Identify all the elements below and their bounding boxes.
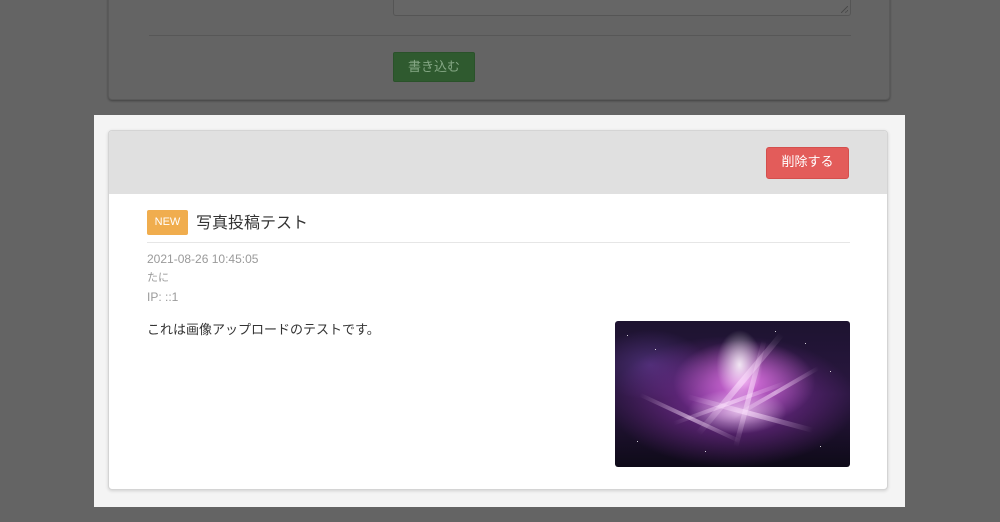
delete-button[interactable]: 削除する bbox=[766, 147, 849, 179]
page: 書き込む 削除する NEW 写真投稿テスト 2021-08-26 10:45:0… bbox=[0, 0, 1000, 522]
nebula-photo bbox=[615, 321, 850, 467]
post-form-card: 書き込む bbox=[108, 0, 890, 100]
post-body: これは画像アップロードのテストです。 bbox=[147, 323, 380, 338]
post-title: 写真投稿テスト bbox=[196, 213, 309, 232]
new-badge: NEW bbox=[147, 210, 188, 235]
message-textarea[interactable] bbox=[393, 0, 851, 16]
post-title-row: NEW 写真投稿テスト bbox=[147, 210, 850, 243]
post-datetime: 2021-08-26 10:45:05 bbox=[147, 252, 259, 266]
post-ip: IP: ::1 bbox=[147, 290, 179, 304]
post-header: 削除する bbox=[109, 131, 887, 194]
post-author: たに bbox=[147, 271, 169, 284]
post-card: 削除する NEW 写真投稿テスト 2021-08-26 10:45:05 たに … bbox=[108, 130, 888, 490]
resize-handle-icon[interactable] bbox=[841, 6, 848, 13]
submit-button[interactable]: 書き込む bbox=[393, 52, 475, 82]
form-divider bbox=[149, 35, 851, 36]
